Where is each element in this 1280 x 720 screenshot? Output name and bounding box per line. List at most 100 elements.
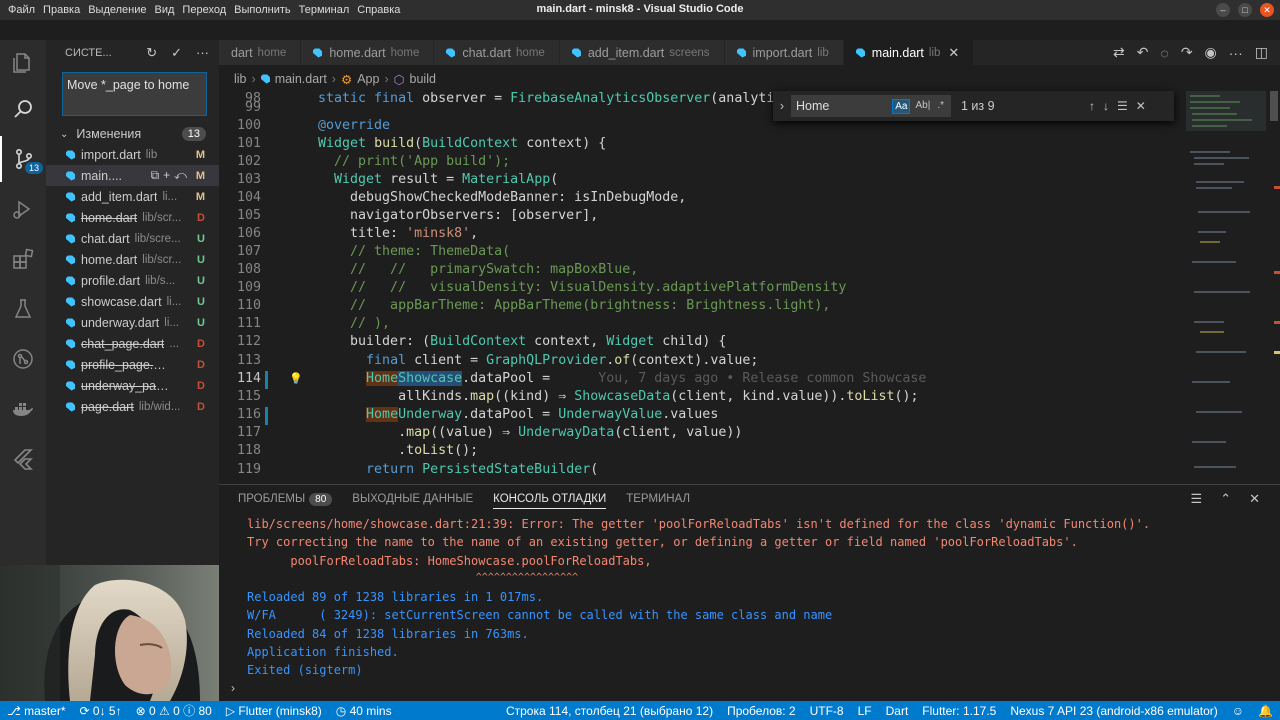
minimize-icon[interactable]: –: [1216, 3, 1230, 17]
menu-edit[interactable]: Правка: [39, 4, 84, 16]
tab-import-dart[interactable]: import.dart lib: [724, 40, 844, 65]
changed-file-item[interactable]: chat_page.dart... D: [46, 333, 219, 354]
tab-output[interactable]: ВЫХОДНЫЕ ДАННЫЕ: [352, 493, 473, 505]
arrow-down-icon[interactable]: ↓: [1103, 99, 1109, 113]
changed-file-item[interactable]: profile.dart lib/s... U: [46, 270, 219, 291]
changed-file-item[interactable]: home.dart lib/scr... U: [46, 249, 219, 270]
go-forward-icon[interactable]: ↷: [1181, 44, 1193, 61]
more-actions-icon[interactable]: ···: [196, 45, 209, 61]
line-number: 107: [236, 244, 261, 259]
breadcrumb-file[interactable]: main.dart: [275, 72, 327, 86]
changed-file-item[interactable]: chat.dart lib/scre... U: [46, 228, 219, 249]
tab-home-dart-partial[interactable]: dart home: [219, 40, 302, 65]
debug-session[interactable]: ▷ Flutter (minsk8): [219, 704, 329, 718]
maximize-panel-icon[interactable]: ⌃: [1220, 491, 1231, 507]
line-endings[interactable]: LF: [851, 704, 879, 718]
search-icon[interactable]: [0, 86, 46, 132]
file-status: U: [197, 316, 205, 329]
compare-changes-icon[interactable]: ⇄: [1113, 44, 1125, 61]
tab-add-item-dart[interactable]: add_item.dart screens: [559, 40, 725, 65]
changed-file-item[interactable]: page.dart lib/wid... D: [46, 396, 219, 417]
menu-file[interactable]: Файл: [4, 4, 39, 16]
close-find-icon[interactable]: ✕: [1136, 99, 1146, 113]
lightbulb-icon[interactable]: 💡: [289, 372, 303, 385]
problems-summary[interactable]: ⊗ 0 ⚠ 0 ⓘ 80: [129, 702, 219, 719]
changed-file-item[interactable]: home.dart lib/scr... D: [46, 207, 219, 228]
vertical-scrollbar[interactable]: [1268, 91, 1280, 480]
refresh-icon[interactable]: ↻: [146, 45, 157, 61]
time-tracker[interactable]: ◷ 40 mins: [329, 704, 399, 718]
code-editor[interactable]: 98 static final observer = FirebaseAnaly…: [219, 91, 1181, 480]
changed-file-item[interactable]: underway.dart li... U: [46, 312, 219, 333]
changed-file-item[interactable]: main.... ⧉+↶ M: [46, 165, 219, 186]
changed-file-item[interactable]: profile_page.dar... D: [46, 354, 219, 375]
menu-help[interactable]: Справка: [353, 4, 404, 16]
tab-debug-console[interactable]: КОНСОЛЬ ОТЛАДКИ: [493, 489, 607, 509]
menu-selection[interactable]: Выделение: [84, 4, 150, 16]
tab-home-dart[interactable]: home.dart home: [301, 40, 435, 65]
close-window-icon[interactable]: ✕: [1260, 3, 1274, 17]
git-branch[interactable]: ⎇ master*: [0, 704, 73, 718]
explorer-icon[interactable]: [0, 40, 46, 86]
toggle-replace-chevron-icon[interactable]: ›: [773, 99, 791, 113]
docker-icon[interactable]: [0, 386, 46, 432]
cursor-position[interactable]: Строка 114, столбец 21 (выбрано 12): [499, 704, 720, 718]
file-path: li...: [166, 295, 182, 308]
changes-count-badge: 13: [181, 127, 206, 141]
tab-problems[interactable]: ПРОБЛЕМЫ 80: [238, 493, 333, 506]
split-editor-icon[interactable]: ◫: [1255, 44, 1268, 61]
filter-list-icon[interactable]: ☰: [1191, 491, 1203, 507]
changes-group-header[interactable]: ⌄ Изменения 13: [46, 124, 219, 144]
changed-file-item[interactable]: underway_page... D: [46, 375, 219, 396]
breadcrumb-method[interactable]: build: [410, 72, 436, 86]
match-case-toggle[interactable]: Aa: [892, 98, 911, 114]
flutter-version[interactable]: Flutter: 1.17.5: [915, 704, 1003, 718]
maximize-icon[interactable]: □: [1238, 3, 1252, 17]
problems-count-badge: 80: [309, 493, 333, 506]
git-sync[interactable]: ⟳ 0↓ 5↑: [73, 704, 129, 718]
circle-icon[interactable]: ◌: [1160, 45, 1168, 61]
arrow-up-icon[interactable]: ↑: [1089, 99, 1095, 113]
flutter-icon[interactable]: [0, 436, 46, 482]
feedback-icon[interactable]: ☺: [1225, 704, 1251, 718]
extensions-icon[interactable]: [0, 236, 46, 282]
menu-go[interactable]: Переход: [178, 4, 230, 16]
testing-flask-icon[interactable]: [0, 286, 46, 332]
breadcrumb-lib[interactable]: lib: [234, 72, 247, 86]
scm-badge: 13: [25, 162, 44, 174]
commit-message-input[interactable]: Move *_page to home: [62, 72, 207, 116]
encoding[interactable]: UTF-8: [803, 704, 851, 718]
regex-toggle[interactable]: .*: [935, 99, 946, 114]
find-input[interactable]: Home Aa Ab| .*: [791, 95, 951, 117]
line-number: 101: [236, 136, 261, 151]
breadcrumb-class[interactable]: App: [357, 72, 379, 86]
find-in-selection-icon[interactable]: ☰: [1117, 99, 1128, 113]
changed-file-item[interactable]: add_item.dart li... M: [46, 186, 219, 207]
close-panel-icon[interactable]: ✕: [1249, 491, 1260, 507]
changed-file-item[interactable]: import.dart lib M: [46, 144, 219, 165]
console-input-chevron-icon[interactable]: ›: [231, 681, 235, 695]
git-lens-icon[interactable]: ◉: [1205, 44, 1217, 61]
commit-check-icon[interactable]: ✓: [171, 45, 182, 61]
tab-terminal[interactable]: ТЕРМИНАЛ: [626, 493, 690, 505]
menu-view[interactable]: Вид: [151, 4, 179, 16]
dart-file-icon: [66, 381, 75, 390]
menu-terminal[interactable]: Терминал: [295, 4, 354, 16]
language-mode[interactable]: Dart: [879, 704, 916, 718]
menu-run[interactable]: Выполнить: [230, 4, 294, 16]
indentation[interactable]: Пробелов: 2: [720, 704, 803, 718]
source-control-icon[interactable]: 13: [0, 136, 46, 182]
device-selector[interactable]: Nexus 7 API 23 (android-x86 emulator): [1003, 704, 1224, 718]
whole-word-toggle[interactable]: Ab|: [913, 99, 932, 114]
close-tab-icon[interactable]: ✕: [948, 45, 959, 61]
tab-main-dart[interactable]: main.dart lib ✕: [843, 40, 975, 65]
go-back-icon[interactable]: ↶: [1137, 44, 1149, 61]
changed-file-item[interactable]: showcase.dart li... U: [46, 291, 219, 312]
git-graph-icon[interactable]: [0, 336, 46, 382]
minimap[interactable]: [1186, 91, 1266, 480]
run-debug-icon[interactable]: [0, 186, 46, 232]
tab-chat-dart[interactable]: chat.dart home: [434, 40, 560, 65]
file-inline-actions[interactable]: ⧉+↶: [151, 168, 191, 183]
more-icon[interactable]: ···: [1229, 45, 1243, 61]
notifications-bell-icon[interactable]: 🔔: [1251, 704, 1280, 718]
